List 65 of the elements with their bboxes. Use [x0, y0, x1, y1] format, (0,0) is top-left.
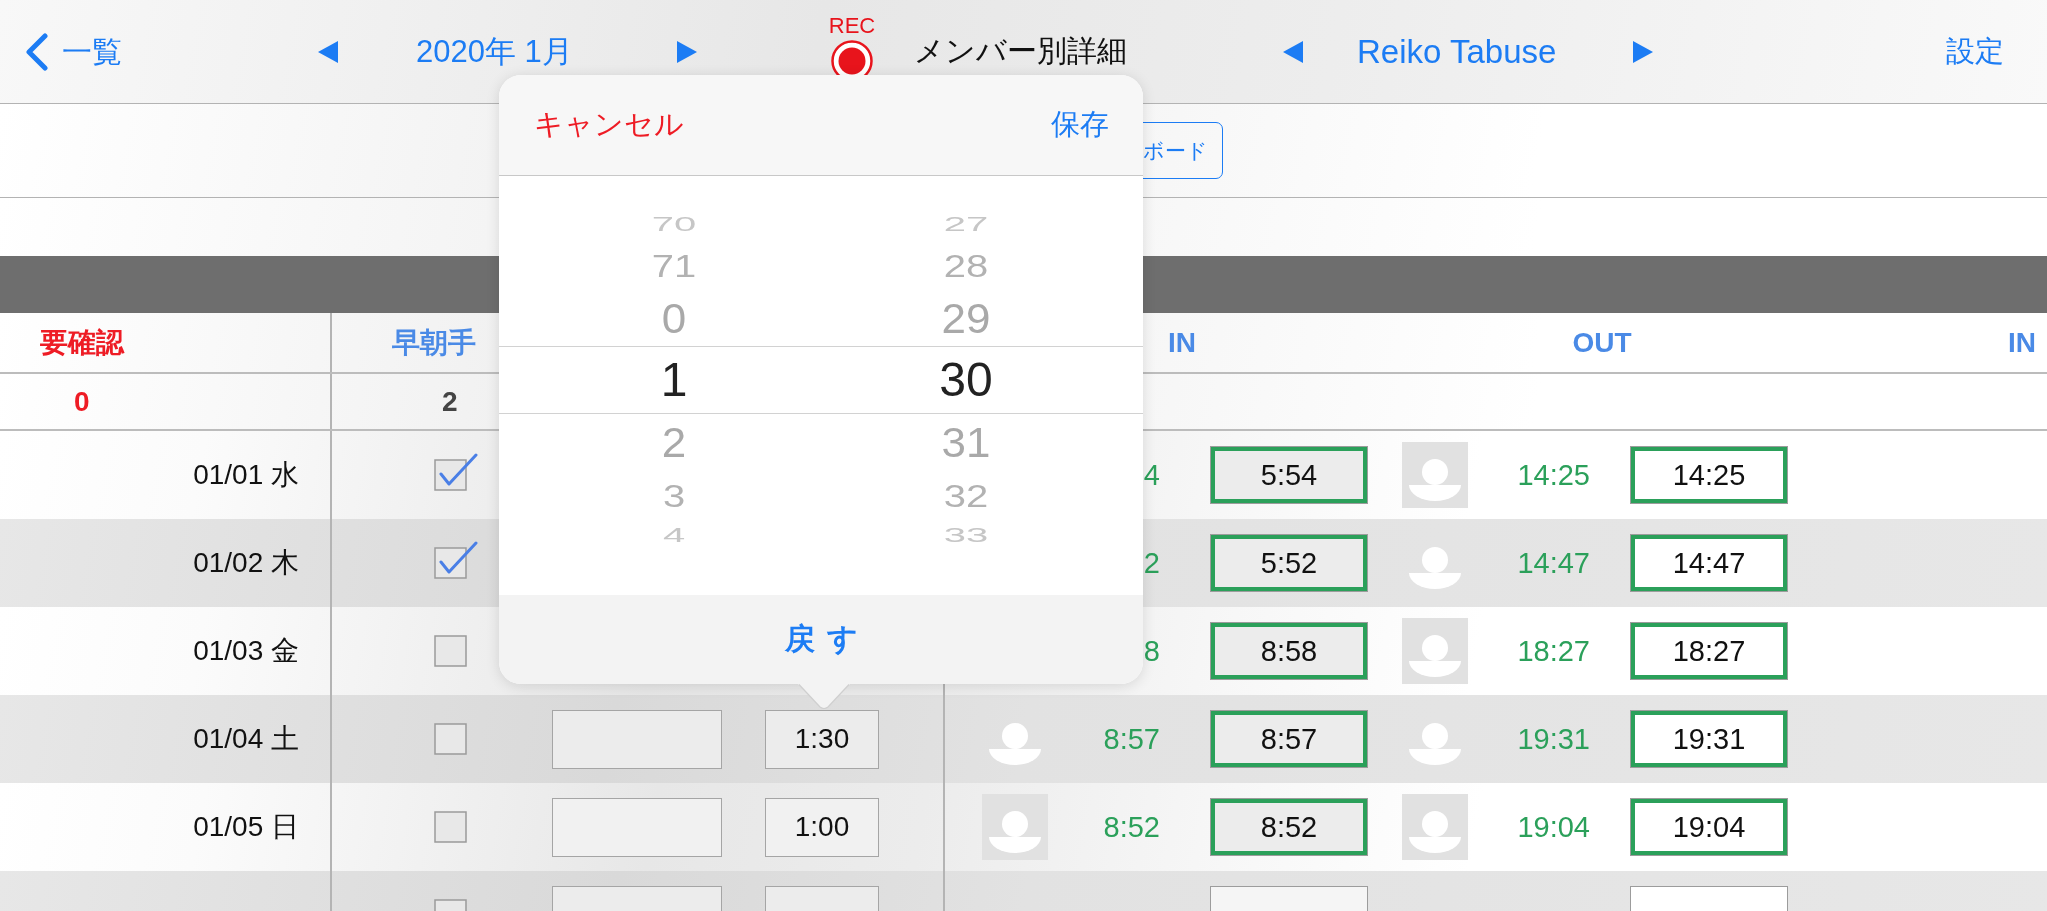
time-label: 18:27 [1517, 634, 1590, 668]
total-count: 2 [442, 385, 458, 418]
date-label: 01/01 水 [193, 458, 299, 492]
checkbox[interactable] [434, 541, 478, 579]
column-header: IN [2008, 326, 2036, 359]
triangle-left-icon[interactable] [318, 40, 338, 63]
time-label: 19:31 [1517, 722, 1590, 756]
checkbox[interactable] [434, 635, 467, 667]
picker-value[interactable]: 30 [939, 356, 993, 404]
time-label: 4 [1143, 458, 1160, 492]
column-header: 要確認 [40, 325, 124, 360]
picker-value[interactable]: 71 [651, 250, 697, 282]
time-label: 14:25 [1517, 458, 1590, 492]
date-label: 01/02 木 [193, 546, 299, 580]
time-field[interactable]: 1:30 [765, 709, 879, 769]
time-label: 2 [1143, 546, 1160, 580]
picker-value[interactable]: 3 [662, 480, 686, 512]
time-box[interactable]: 14:47 [1630, 534, 1788, 592]
back-button[interactable]: 一覧 [25, 32, 122, 71]
picker-value[interactable]: 1 [660, 356, 688, 404]
checkbox[interactable] [434, 723, 467, 755]
settings-button[interactable]: 設定 [1946, 31, 2004, 72]
time-box[interactable]: 19:04 [1630, 798, 1788, 856]
time-label: 8:57 [1103, 722, 1160, 756]
date-label: 01/05 日 [193, 810, 299, 844]
time-box[interactable]: 14:25 [1630, 446, 1788, 504]
date-label: 01/03 金 [193, 634, 299, 668]
picker-value[interactable]: 31 [941, 421, 991, 464]
chevron-left-icon [25, 32, 49, 71]
picker-value[interactable]: 28 [943, 250, 989, 282]
time-box[interactable]: 8:57 [1210, 710, 1368, 768]
picker-value[interactable]: 29 [941, 297, 991, 340]
time-box[interactable]: 18:27 [1630, 622, 1788, 680]
checkbox[interactable] [434, 811, 467, 843]
picker-value[interactable]: 0 [661, 297, 687, 340]
time-label: 19:04 [1517, 810, 1590, 844]
rec-label: REC [828, 13, 876, 38]
screen-title: メンバー別詳細 [914, 33, 1127, 69]
picker-value[interactable]: 32 [943, 480, 989, 512]
time-box[interactable]: 8:58 [1210, 622, 1368, 680]
column-header: 早朝手 [392, 325, 476, 360]
time-box[interactable]: 5:52 [1210, 534, 1368, 592]
input-field[interactable] [552, 709, 722, 769]
picker-value[interactable]: 2 [661, 421, 687, 464]
input-field[interactable] [552, 797, 722, 857]
cancel-button[interactable]: キャンセル [534, 105, 684, 145]
checkbox[interactable] [434, 453, 478, 491]
time-box[interactable]: 8:52 [1210, 798, 1368, 856]
triangle-right-icon[interactable] [677, 40, 697, 63]
month-label: 2020年 1月 [416, 32, 573, 71]
time-box[interactable]: 5:54 [1210, 446, 1368, 504]
member-name: Reiko Tabuse [1357, 32, 1557, 71]
column-header: OUT [1572, 326, 1632, 359]
time-box[interactable]: 19:31 [1630, 710, 1788, 768]
time-label: 8 [1143, 634, 1160, 668]
triangle-right-icon[interactable] [1633, 40, 1653, 63]
popover-arrow-icon [798, 684, 850, 709]
save-button[interactable]: 保存 [1051, 105, 1109, 145]
time-label: 8:52 [1103, 810, 1160, 844]
column-header: IN [1168, 326, 1196, 359]
time-field[interactable]: 1:00 [765, 797, 879, 857]
time-label: 14:47 [1517, 546, 1590, 580]
date-label: 01/04 土 [193, 722, 299, 756]
total-count: 0 [74, 385, 90, 418]
triangle-left-icon[interactable] [1283, 40, 1303, 63]
